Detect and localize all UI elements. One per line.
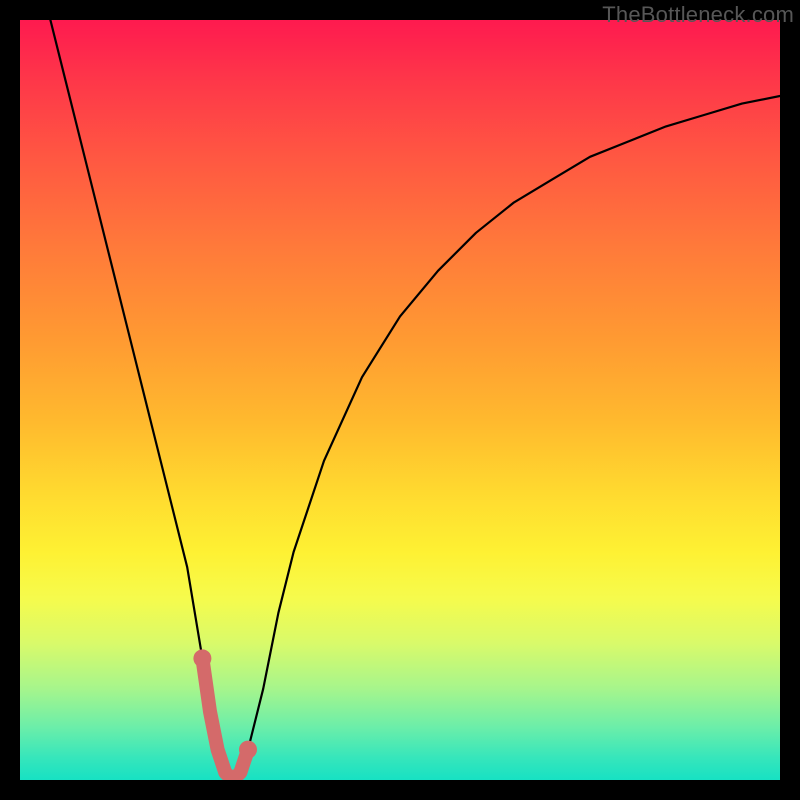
heat-gradient [20, 20, 780, 780]
watermark-text: TheBottleneck.com [602, 2, 794, 28]
plot-frame [20, 20, 780, 780]
